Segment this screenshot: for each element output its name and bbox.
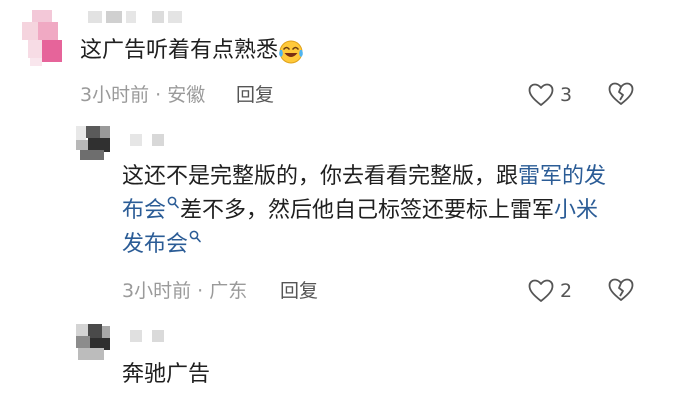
dislike-button[interactable] — [608, 82, 634, 108]
like-button[interactable]: 3 — [528, 82, 572, 108]
reply-button[interactable]: 回复 — [280, 279, 318, 303]
comment-text: 这广告听着有点熟悉 — [80, 34, 304, 68]
comment-body: 差不多，然后他自己标签还要标上雷军 — [180, 198, 555, 223]
avatar[interactable] — [22, 10, 66, 66]
avatar[interactable] — [76, 324, 110, 360]
comment-text: 这还不是完整版的，你去看看完整版，跟雷军的发 布会 差不多，然后他自己标签还要标上… — [122, 160, 606, 262]
reply-button[interactable]: 回复 — [236, 83, 274, 107]
search-link[interactable]: 发布会 — [122, 232, 188, 257]
broken-heart-icon — [608, 82, 634, 105]
search-link[interactable]: 雷军的发 — [518, 164, 606, 189]
search-icon[interactable] — [167, 194, 180, 210]
search-link[interactable]: 小米 — [554, 198, 598, 223]
like-button[interactable]: 2 — [528, 278, 572, 304]
heart-outline-icon — [528, 279, 554, 302]
dislike-button[interactable] — [608, 278, 634, 304]
like-count: 3 — [560, 84, 573, 106]
comment-meta: 3小时前 · 广东 — [122, 280, 248, 302]
username[interactable] — [88, 11, 198, 25]
username[interactable] — [130, 330, 190, 344]
like-count: 2 — [560, 280, 573, 302]
avatar[interactable] — [76, 126, 110, 160]
laughing-crying-emoji-icon — [278, 38, 304, 64]
comment-line: 布会 差不多，然后他自己标签还要标上雷军小米 — [122, 194, 606, 228]
username[interactable] — [130, 134, 190, 148]
heart-outline-icon — [528, 83, 554, 106]
comment-body: 奔驰广告 — [122, 362, 211, 387]
broken-heart-icon — [608, 278, 634, 301]
search-link[interactable]: 布会 — [122, 198, 166, 223]
comment-line: 这还不是完整版的，你去看看完整版，跟雷军的发 — [122, 160, 606, 194]
comment-text: 奔驰广告 — [122, 358, 210, 392]
search-icon[interactable] — [189, 228, 202, 244]
comment-body: 这还不是完整版的，你去看看完整版，跟 — [122, 164, 519, 189]
comment-body: 这广告听着有点熟悉 — [80, 38, 279, 63]
comment-meta: 3小时前 · 安徽 — [80, 84, 206, 106]
comment-line: 发布会 — [122, 228, 606, 262]
